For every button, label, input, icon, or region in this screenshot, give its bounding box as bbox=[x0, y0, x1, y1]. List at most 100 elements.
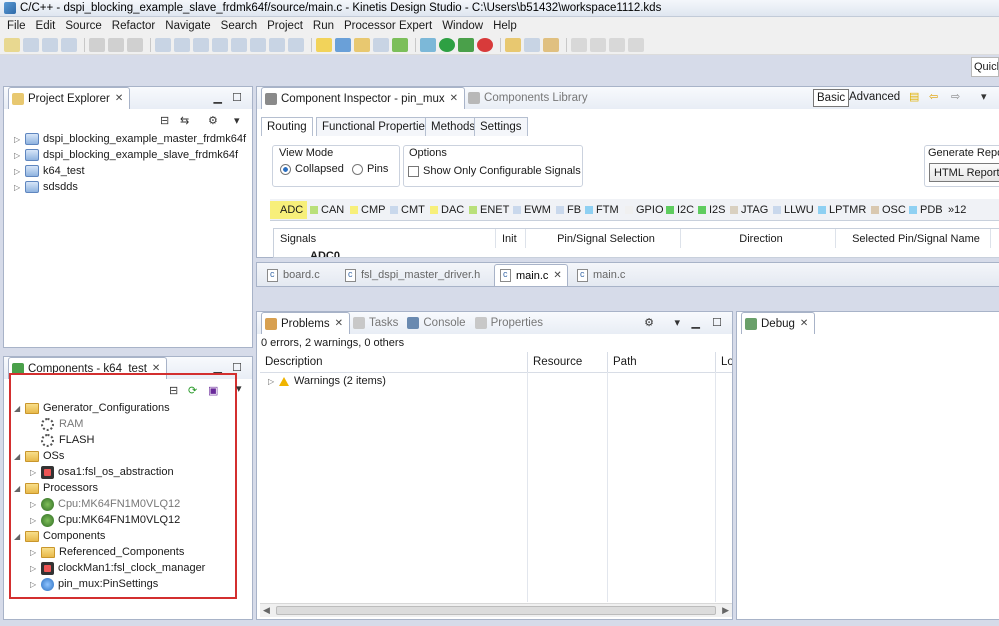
advanced-button[interactable]: Advanced bbox=[849, 91, 900, 103]
menu-project[interactable]: Project bbox=[262, 20, 308, 32]
back-icon[interactable]: ⇦ bbox=[929, 90, 938, 103]
collapse-icon[interactable]: ◢ bbox=[14, 484, 22, 493]
collapse-all-icon[interactable]: ⊟ bbox=[169, 384, 178, 397]
skip-breakpoints-icon[interactable] bbox=[155, 37, 171, 52]
signal-tab-adc[interactable]: ADC bbox=[270, 201, 307, 219]
column-description[interactable]: Description bbox=[260, 352, 528, 372]
tab-problems[interactable]: Problems ✕ bbox=[261, 312, 350, 334]
checkbox-show-only-configurable[interactable]: Show Only Configurable Signals bbox=[408, 163, 581, 179]
tree-item-project[interactable]: ▷ k64_test bbox=[14, 163, 85, 179]
export-icon[interactable]: ▣ bbox=[208, 384, 218, 397]
search-icon[interactable] bbox=[524, 37, 540, 52]
tree-item[interactable]: ▷ clockMan1:fsl_clock_manager bbox=[30, 560, 205, 576]
debug-config-icon[interactable] bbox=[420, 37, 436, 52]
collapse-icon[interactable]: ◢ bbox=[14, 532, 22, 541]
history-forward-icon[interactable] bbox=[628, 37, 644, 52]
more-tabs-button[interactable]: »12 bbox=[948, 201, 966, 219]
quick-access-input[interactable]: Quick bbox=[971, 57, 999, 77]
tree-item-project[interactable]: ▷ dspi_blocking_example_slave_frdmk64f bbox=[14, 147, 238, 163]
expand-icon[interactable]: ▷ bbox=[14, 151, 22, 160]
open-type-icon[interactable] bbox=[505, 37, 521, 52]
run-external-icon[interactable] bbox=[458, 37, 474, 52]
filter-icon[interactable]: ⚙ bbox=[208, 114, 218, 127]
tab-console[interactable]: Console bbox=[404, 312, 471, 334]
menu-processor-expert[interactable]: Processor Expert bbox=[339, 20, 437, 32]
tab-debug[interactable]: Debug ✕ bbox=[741, 312, 816, 334]
column-selected-pin[interactable]: Selected Pin/Signal Name bbox=[836, 229, 991, 248]
tab-settings[interactable]: Settings bbox=[474, 117, 528, 136]
suspend-icon[interactable] bbox=[193, 37, 209, 52]
tree-item-project[interactable]: ▷ dspi_blocking_example_master_frdmk64f bbox=[14, 131, 246, 147]
editor-tab-board-c[interactable]: board.c bbox=[262, 264, 325, 286]
menu-run[interactable]: Run bbox=[308, 20, 339, 32]
tree-item[interactable]: FLASH bbox=[41, 432, 94, 448]
expand-icon[interactable]: ▷ bbox=[268, 377, 276, 386]
collapse-all-icon[interactable]: ⊟ bbox=[160, 114, 169, 127]
menu-refactor[interactable]: Refactor bbox=[107, 20, 160, 32]
build-icon[interactable] bbox=[108, 37, 124, 52]
menu-help[interactable]: Help bbox=[488, 20, 522, 32]
link-editor-icon[interactable]: ⇆ bbox=[180, 114, 189, 127]
generate-icon[interactable]: ⟳ bbox=[188, 384, 197, 397]
step-into-icon[interactable] bbox=[250, 37, 266, 52]
tree-item[interactable]: ▷ pin_mux:PinSettings bbox=[30, 576, 158, 592]
new-source-icon[interactable] bbox=[373, 37, 389, 52]
editor-tab-main-c-active[interactable]: main.c✕ bbox=[494, 264, 568, 286]
html-report-button[interactable]: HTML Report bbox=[929, 163, 999, 182]
tree-item[interactable]: ▷ Cpu:MK64FN1M0VLQ12 bbox=[30, 512, 180, 528]
view-menu-icon[interactable]: ▾ bbox=[674, 316, 680, 329]
expand-icon[interactable]: ▷ bbox=[30, 468, 38, 477]
signal-tab-osc[interactable]: OSC bbox=[871, 201, 906, 219]
minimize-icon[interactable]: ▁ bbox=[214, 91, 222, 104]
column-signals[interactable]: Signals bbox=[274, 229, 496, 248]
signal-tab-i2s[interactable]: I2S bbox=[698, 201, 726, 219]
expand-icon[interactable]: ▷ bbox=[30, 516, 38, 525]
new-class-icon[interactable] bbox=[335, 37, 351, 52]
signal-tab-fb[interactable]: FB bbox=[556, 201, 581, 219]
tree-group[interactable]: ◢ Processors bbox=[14, 480, 98, 496]
signal-tab-jtag[interactable]: JTAG bbox=[730, 201, 768, 219]
view-menu-icon[interactable]: ▾ bbox=[236, 382, 242, 395]
radio-collapsed[interactable]: Collapsed bbox=[280, 161, 344, 177]
step-over-icon[interactable] bbox=[269, 37, 285, 52]
annotation-icon[interactable] bbox=[571, 37, 587, 52]
save-all-icon[interactable] bbox=[42, 37, 58, 52]
tab-component-inspector[interactable]: Component Inspector - pin_mux ✕ bbox=[261, 87, 466, 109]
tree-group[interactable]: ◢ Components bbox=[14, 528, 105, 544]
expand-icon[interactable]: ▷ bbox=[14, 183, 22, 192]
maximize-icon[interactable]: ☐ bbox=[232, 91, 242, 104]
close-icon[interactable]: ✕ bbox=[800, 318, 808, 329]
signal-tab-cmp[interactable]: CMP bbox=[350, 201, 385, 219]
tab-methods[interactable]: Methods bbox=[425, 117, 482, 136]
tree-group[interactable]: ◢ Generator_Configurations bbox=[14, 400, 170, 416]
terminate-icon[interactable] bbox=[212, 37, 228, 52]
menu-file[interactable]: File bbox=[2, 20, 31, 32]
expand-icon[interactable]: ▷ bbox=[14, 135, 22, 144]
new-icon[interactable] bbox=[4, 37, 20, 52]
disconnect-icon[interactable] bbox=[231, 37, 247, 52]
column-pin-selection[interactable]: Pin/Signal Selection bbox=[526, 229, 681, 248]
tree-item[interactable]: ▷ Referenced_Components bbox=[30, 544, 184, 560]
menu-window[interactable]: Window bbox=[437, 20, 488, 32]
tree-item-project[interactable]: ▷ sdsdds bbox=[14, 179, 78, 195]
step-return-icon[interactable] bbox=[288, 37, 304, 52]
radio-icon[interactable] bbox=[352, 163, 363, 175]
tab-properties[interactable]: Properties bbox=[472, 312, 549, 334]
expand-icon[interactable]: ▷ bbox=[30, 564, 38, 573]
checkbox-icon[interactable] bbox=[408, 165, 419, 177]
menu-navigate[interactable]: Navigate bbox=[160, 20, 215, 32]
signal-tab-enet[interactable]: ENET bbox=[469, 201, 509, 219]
table-row[interactable]: ADC0 bbox=[310, 249, 340, 257]
menu-search[interactable]: Search bbox=[216, 20, 262, 32]
binary-icon[interactable] bbox=[127, 37, 143, 52]
column-init[interactable]: Init bbox=[496, 229, 526, 248]
menu-source[interactable]: Source bbox=[60, 20, 106, 32]
problems-row-warnings[interactable]: ▷ Warnings (2 items) bbox=[268, 373, 386, 389]
settings-icon[interactable] bbox=[89, 37, 105, 52]
scrollbar-thumb[interactable] bbox=[276, 606, 716, 615]
signal-tab-llwu[interactable]: LLWU bbox=[773, 201, 814, 219]
refresh-icon[interactable] bbox=[392, 37, 408, 52]
expand-icon[interactable]: ▷ bbox=[30, 580, 38, 589]
signal-tab-ftm[interactable]: FTM bbox=[585, 201, 619, 219]
signal-tab-ewm[interactable]: EWM bbox=[513, 201, 551, 219]
